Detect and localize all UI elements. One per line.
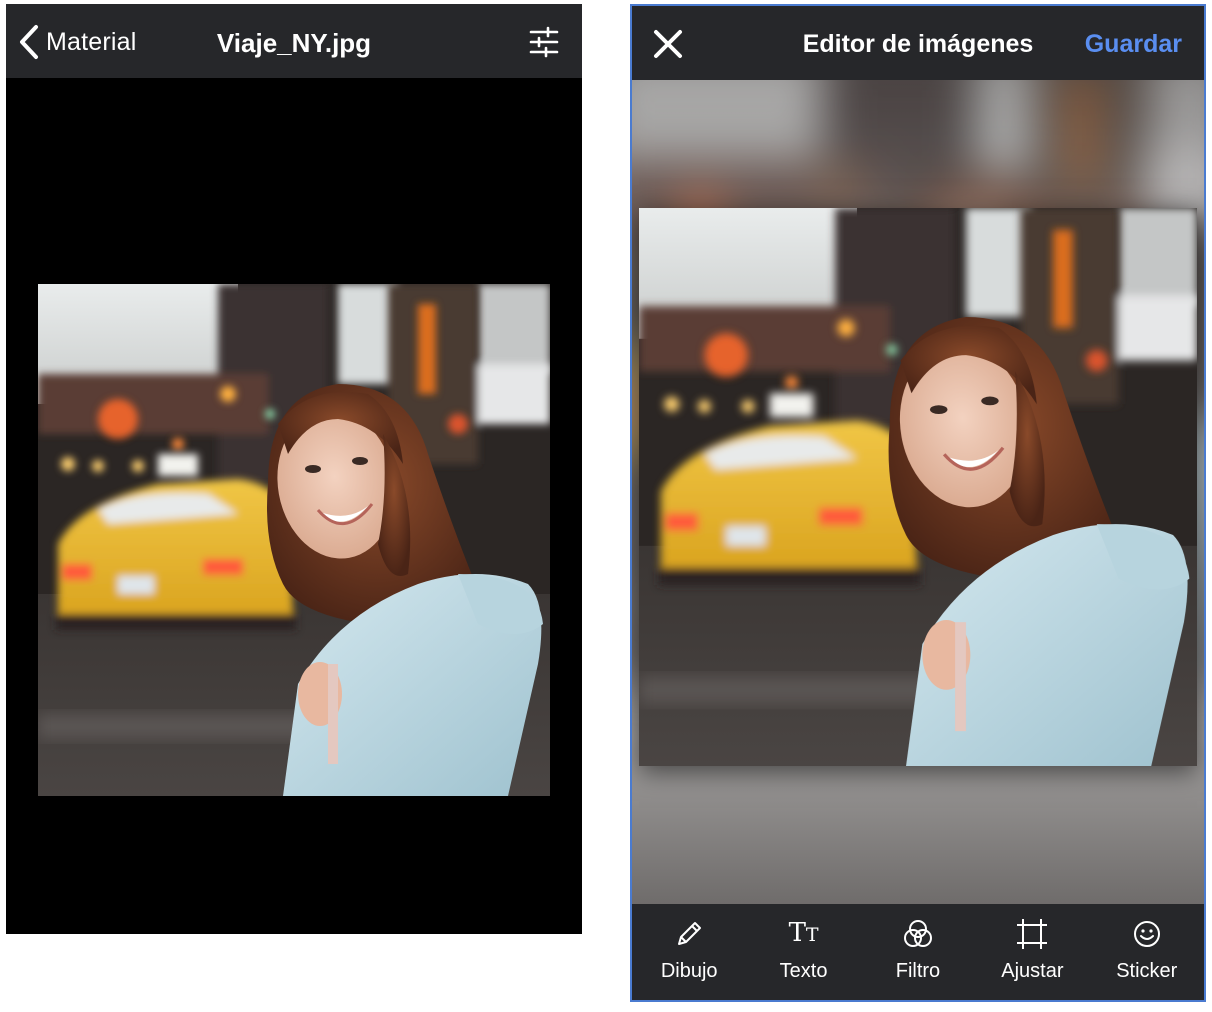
save-button[interactable]: Guardar [1085,30,1182,59]
tool-filtro[interactable]: Filtro [863,904,973,983]
pencil-icon [673,918,705,950]
sliders-icon[interactable] [528,26,560,58]
image-editor-screen: Editor de imágenes Guardar Dibujo TT Tex… [630,4,1206,1002]
tool-sticker[interactable]: Sticker [1092,904,1202,983]
tool-texto[interactable]: TT Texto [749,904,859,983]
editable-photo[interactable] [639,208,1197,766]
smiley-icon [1131,918,1163,950]
crop-icon [1016,918,1048,950]
editor-canvas [632,80,1204,904]
tool-label: Sticker [1116,960,1178,982]
tool-dibujo[interactable]: Dibujo [634,904,744,983]
editor-toolbar: Dibujo TT Texto Filtro Ajustar Sticker [632,904,1204,1000]
text-icon: TT [788,918,819,948]
file-title: Viaje_NY.jpg [216,28,372,58]
tool-label: Ajustar [1001,960,1064,982]
editor-header: Editor de imágenes Guardar [632,6,1204,80]
viewer-header: Material Viaje_NY.jpg [6,4,582,78]
photo-viewer-screen: Material Viaje_NY.jpg [6,4,582,934]
tool-label: Texto [779,960,828,982]
filter-icon [902,918,934,950]
tool-label: Filtro [895,960,941,982]
tool-ajustar[interactable]: Ajustar [977,904,1087,983]
tool-label: Dibujo [660,960,718,982]
photo[interactable] [38,284,550,796]
